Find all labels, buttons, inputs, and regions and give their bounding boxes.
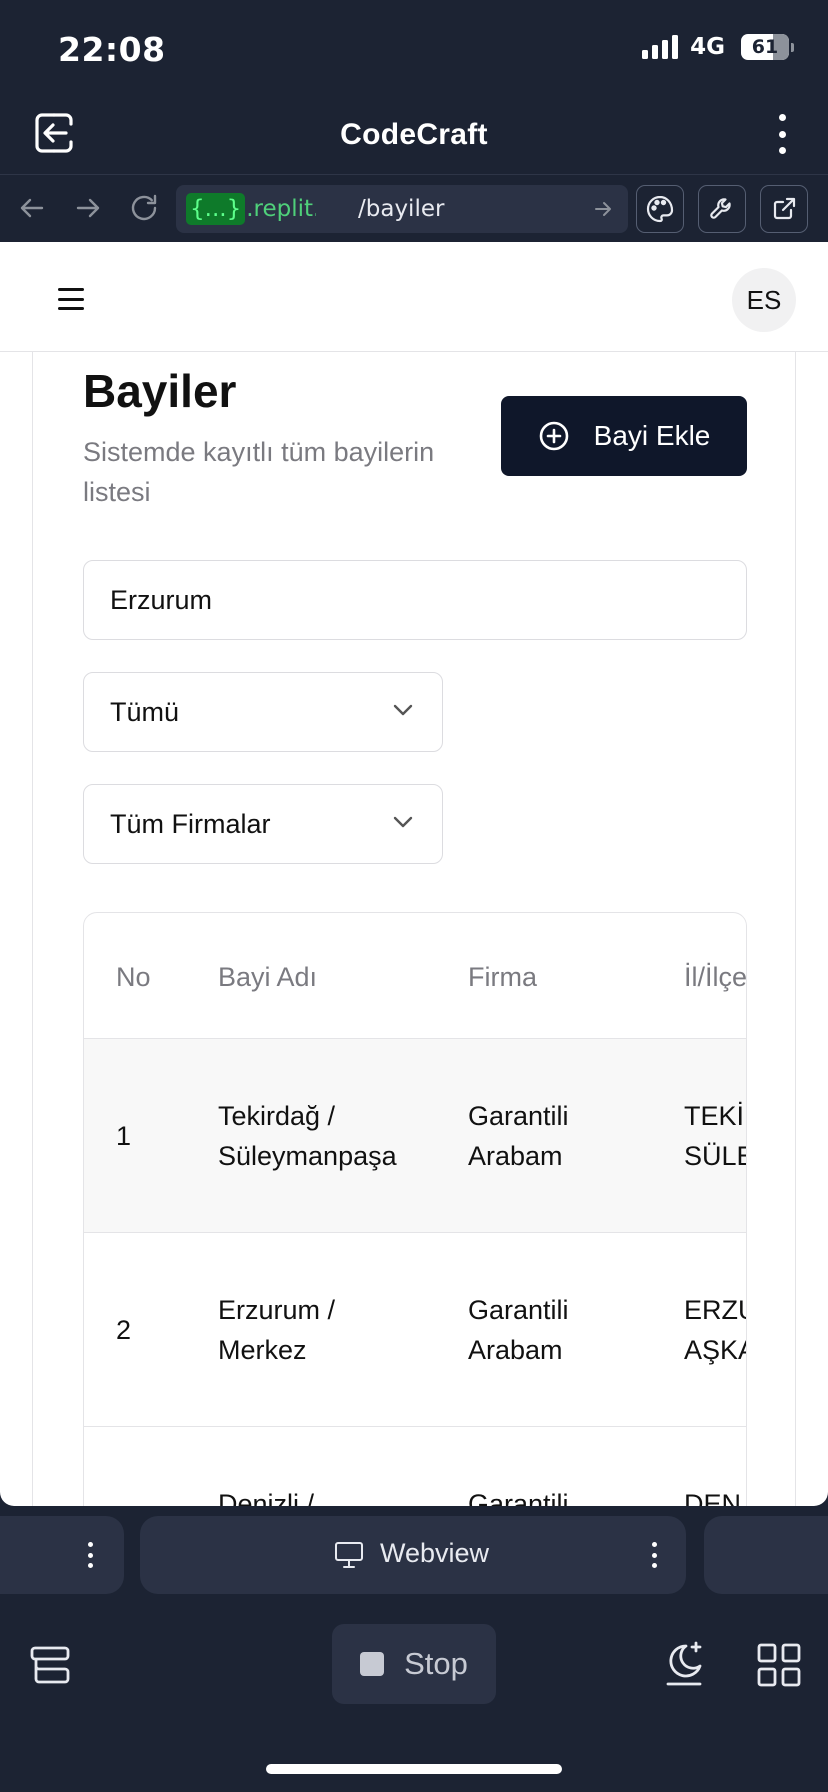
forward-arrow-icon[interactable] [70, 190, 106, 226]
workspace-tabs: Webview [0, 1516, 828, 1596]
cell-location: DEN [684, 1489, 742, 1506]
avatar[interactable]: ES [732, 268, 796, 332]
cell-location: TEKİ [684, 1101, 745, 1131]
external-link-icon[interactable] [760, 185, 808, 233]
grid-apps-icon[interactable] [756, 1642, 802, 1693]
tab-webview[interactable]: Webview [140, 1516, 686, 1594]
dealers-table: No Bayi Adı Firma İl/İlçe 1 Tekirdağ / S… [83, 912, 747, 1506]
cell-firm: Garantili [468, 1489, 569, 1506]
column-header-name[interactable]: Bayi Adı [218, 957, 317, 997]
url-bar: {...}.replit.dev /bayiler [0, 174, 828, 242]
status-indicators: 4G 61 [642, 34, 794, 60]
ai-assistant-icon[interactable] [662, 1640, 706, 1695]
stop-button[interactable]: Stop [332, 1624, 496, 1704]
status-bar: 22:08 4G 61 [0, 0, 828, 94]
cell-location: SÜLE [684, 1141, 746, 1171]
table-row[interactable]: 1 Tekirdağ / Süleymanpaşa Garantili Arab… [84, 1039, 746, 1233]
go-arrow-icon[interactable] [592, 198, 614, 220]
app-title: CodeCraft [340, 118, 488, 151]
home-indicator[interactable] [266, 1764, 562, 1774]
cell-location: ERZU [684, 1295, 746, 1325]
cell-no: 1 [116, 1121, 132, 1151]
url-path: /bayiler [358, 196, 445, 222]
column-header-firm[interactable]: Firma [468, 957, 537, 997]
battery-level: 61 [751, 36, 779, 58]
tab-webview-label: Webview [380, 1538, 490, 1568]
search-input[interactable]: Erzurum [83, 560, 747, 640]
cell-firm: Arabam [468, 1335, 563, 1365]
tab-options-icon[interactable] [652, 1542, 658, 1568]
app-header: CodeCraft [0, 94, 828, 174]
page-subtitle: Sistemde kayıtlı tüm bayilerin listesi [83, 437, 435, 507]
cell-name: Merkez [218, 1335, 307, 1365]
column-header-no[interactable]: No [116, 957, 151, 997]
palette-icon[interactable] [636, 185, 684, 233]
back-arrow-icon[interactable] [14, 190, 50, 226]
wrench-icon[interactable] [698, 185, 746, 233]
column-header-location[interactable]: İl/İlçe [684, 957, 746, 997]
layers-icon[interactable] [28, 1644, 72, 1693]
tab-next[interactable] [704, 1516, 828, 1594]
company-filter-value: Tüm Firmalar [110, 808, 271, 839]
cell-name: Tekirdağ / [218, 1101, 336, 1131]
url-field[interactable]: {...}.replit.dev /bayiler [176, 185, 628, 233]
status-filter-value: Tümü [110, 696, 180, 727]
dealers-card: Bayiler Sistemde kayıtlı tüm bayilerin l… [32, 352, 796, 1506]
table-row[interactable]: Denizli / Garantili DEN [84, 1427, 746, 1506]
tab-previous[interactable] [0, 1516, 124, 1594]
site-header: ES [0, 242, 828, 352]
add-dealer-label: Bayi Ekle [593, 420, 711, 451]
chevron-down-icon [393, 704, 413, 716]
cell-no: 2 [116, 1315, 132, 1345]
network-type: 4G [690, 34, 725, 60]
add-dealer-button[interactable]: Bayi Ekle [501, 396, 747, 476]
stop-icon [360, 1652, 385, 1676]
monitor-icon [335, 1542, 363, 1568]
bottom-toolbar: Stop [0, 1620, 828, 1720]
cell-firm: Garantili [468, 1101, 569, 1131]
stop-label: Stop [404, 1646, 468, 1681]
status-filter-select[interactable]: Tümü [83, 672, 443, 752]
cell-name: Denizli / [218, 1489, 315, 1506]
page-title: Bayiler [83, 365, 237, 417]
chevron-down-icon [393, 816, 413, 828]
url-host: {...}.replit.dev [186, 193, 316, 225]
cell-location: AŞKA [684, 1335, 746, 1365]
battery-icon: 61 [741, 34, 794, 60]
cell-firm: Arabam [468, 1141, 563, 1171]
cell-firm: Garantili [468, 1295, 569, 1325]
company-filter-select[interactable]: Tüm Firmalar [83, 784, 443, 864]
more-options-icon[interactable] [776, 114, 788, 154]
plus-circle-icon [539, 421, 568, 451]
cell-name: Erzurum / [218, 1295, 336, 1325]
reload-icon[interactable] [126, 190, 162, 226]
cell-name: Süleymanpaşa [218, 1141, 397, 1171]
tab-options-icon[interactable] [88, 1542, 94, 1568]
table-row[interactable]: 2 Erzurum / Merkez Garantili Arabam ERZU… [84, 1233, 746, 1427]
table-header-row: No Bayi Adı Firma İl/İlçe [84, 913, 746, 1039]
webview-content: ES Bayiler Sistemde kayıtlı tüm bayileri… [0, 242, 828, 1506]
status-time: 22:08 [58, 30, 166, 69]
url-domain: .replit.dev [246, 196, 316, 222]
signal-icon [642, 35, 679, 59]
menu-icon[interactable] [58, 288, 84, 310]
url-badge: {...} [186, 193, 246, 225]
